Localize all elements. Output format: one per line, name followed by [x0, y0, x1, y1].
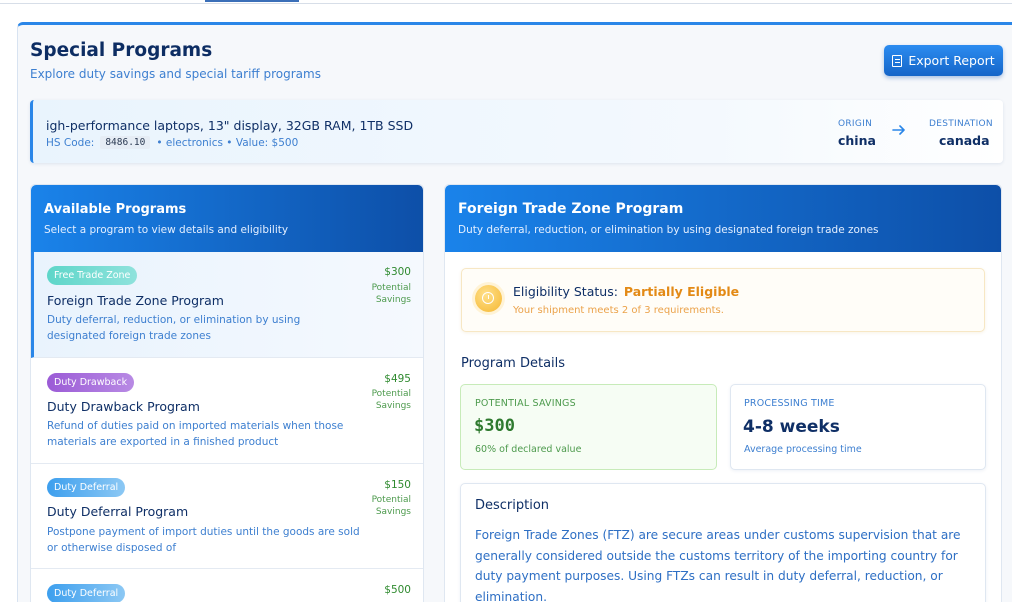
available-programs-title: Available Programs	[44, 202, 187, 217]
hs-code-value: 8486.10	[100, 136, 151, 149]
export-report-button[interactable]: Export Report	[884, 45, 1003, 76]
origin-value: china	[838, 133, 876, 148]
program-detail-header	[445, 185, 1001, 252]
eligibility-requirements-text: Your shipment meets 2 of 3 requirements.	[513, 305, 724, 316]
program-badge: Duty Deferral	[47, 478, 126, 497]
destination-value: canada	[939, 133, 990, 148]
program-savings-amount: $300	[384, 266, 411, 278]
program-badge: Duty Drawback	[47, 373, 135, 392]
arrow-right-icon	[892, 125, 905, 135]
program-badge: Free Trade Zone	[47, 266, 138, 285]
eligibility-label: Eligibility Status:	[513, 284, 618, 299]
program-name: Foreign Trade Zone Program	[47, 293, 224, 308]
program-description: Postpone payment of import duties until …	[47, 526, 360, 554]
hs-code-label: HS Code:	[46, 136, 95, 149]
available-programs-subtitle: Select a program to view details and eli…	[44, 224, 289, 236]
active-tab-indicator	[205, 0, 299, 2]
program-savings-amount: $150	[384, 479, 411, 491]
potential-savings-label: POTENTIAL SAVINGS	[475, 398, 576, 409]
processing-time-value: 4-8 weeks	[743, 417, 840, 437]
product-name: igh-performance laptops, 13" display, 32…	[46, 118, 414, 133]
page-subtitle: Explore duty savings and special tariff …	[30, 67, 321, 81]
description-text: Foreign Trade Zones (FTZ) are secure are…	[475, 528, 961, 602]
description-heading: Description	[475, 498, 550, 513]
eligibility-status-box	[461, 268, 985, 332]
program-name: Duty Deferral Program	[47, 504, 189, 519]
eligibility-status: Eligibility Status: Partially Eligible	[513, 284, 739, 299]
program-name: Duty Drawback Program	[47, 399, 200, 414]
processing-time-subtext: Average processing time	[744, 444, 862, 455]
eligibility-value: Partially Eligible	[623, 284, 740, 299]
program-savings-amount: $495	[384, 373, 411, 385]
processing-time-label: PROCESSING TIME	[744, 398, 835, 409]
program-detail-title: Foreign Trade Zone Program	[458, 201, 684, 217]
destination-label: DESTINATION	[929, 119, 993, 129]
potential-savings-subtext: 60% of declared value	[475, 444, 582, 455]
program-savings-label: Potential Savings	[371, 495, 411, 517]
program-description: Duty deferral, reduction, or elimination…	[47, 314, 301, 342]
program-badge: Duty Deferral	[47, 584, 126, 602]
potential-savings-value: $300	[474, 416, 515, 436]
program-details-heading: Program Details	[461, 356, 566, 371]
product-meta: HS Code: 8486.10 • electronics • Value: …	[46, 136, 298, 149]
top-divider	[0, 3, 1012, 4]
program-savings-label: Potential Savings	[371, 389, 411, 411]
info-warning-icon	[475, 285, 502, 312]
program-description: Refund of duties paid on imported materi…	[47, 420, 344, 448]
program-savings-amount: $500	[384, 584, 411, 596]
document-icon	[892, 54, 903, 67]
export-report-label: Export Report	[908, 53, 995, 68]
product-category-value: • electronics • Value: $500	[156, 136, 299, 149]
origin-label: ORIGIN	[838, 119, 873, 129]
page-title: Special Programs	[30, 40, 213, 61]
available-programs-header	[31, 185, 423, 252]
program-savings-label: Potential Savings	[371, 283, 411, 305]
program-detail-subtitle: Duty deferral, reduction, or elimination…	[458, 224, 879, 236]
